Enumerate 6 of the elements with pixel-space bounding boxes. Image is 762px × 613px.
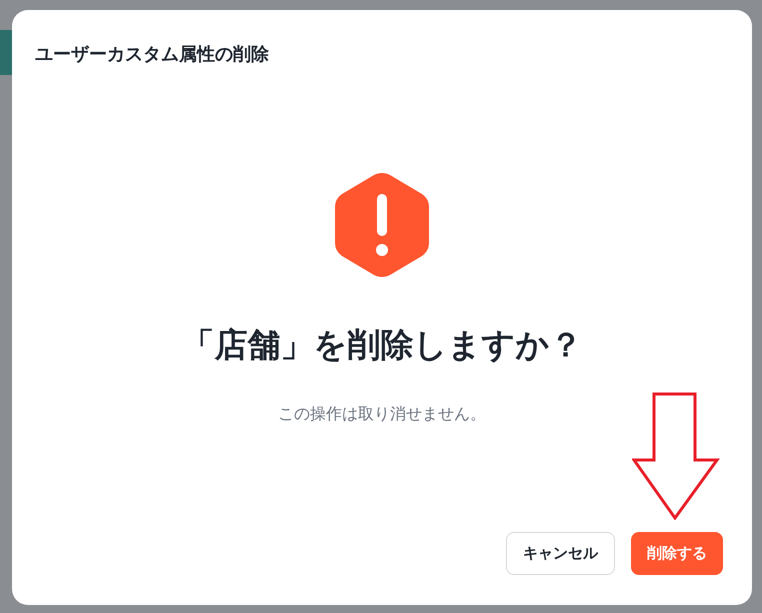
warning-message: この操作は取り消せません。	[278, 404, 486, 425]
cancel-button[interactable]: キャンセル	[506, 532, 615, 575]
confirm-heading: 「店舗」を削除しますか？	[182, 324, 582, 366]
background-panel	[0, 30, 12, 75]
dialog-title: ユーザーカスタム属性の削除	[35, 43, 270, 66]
warning-icon	[334, 172, 430, 278]
